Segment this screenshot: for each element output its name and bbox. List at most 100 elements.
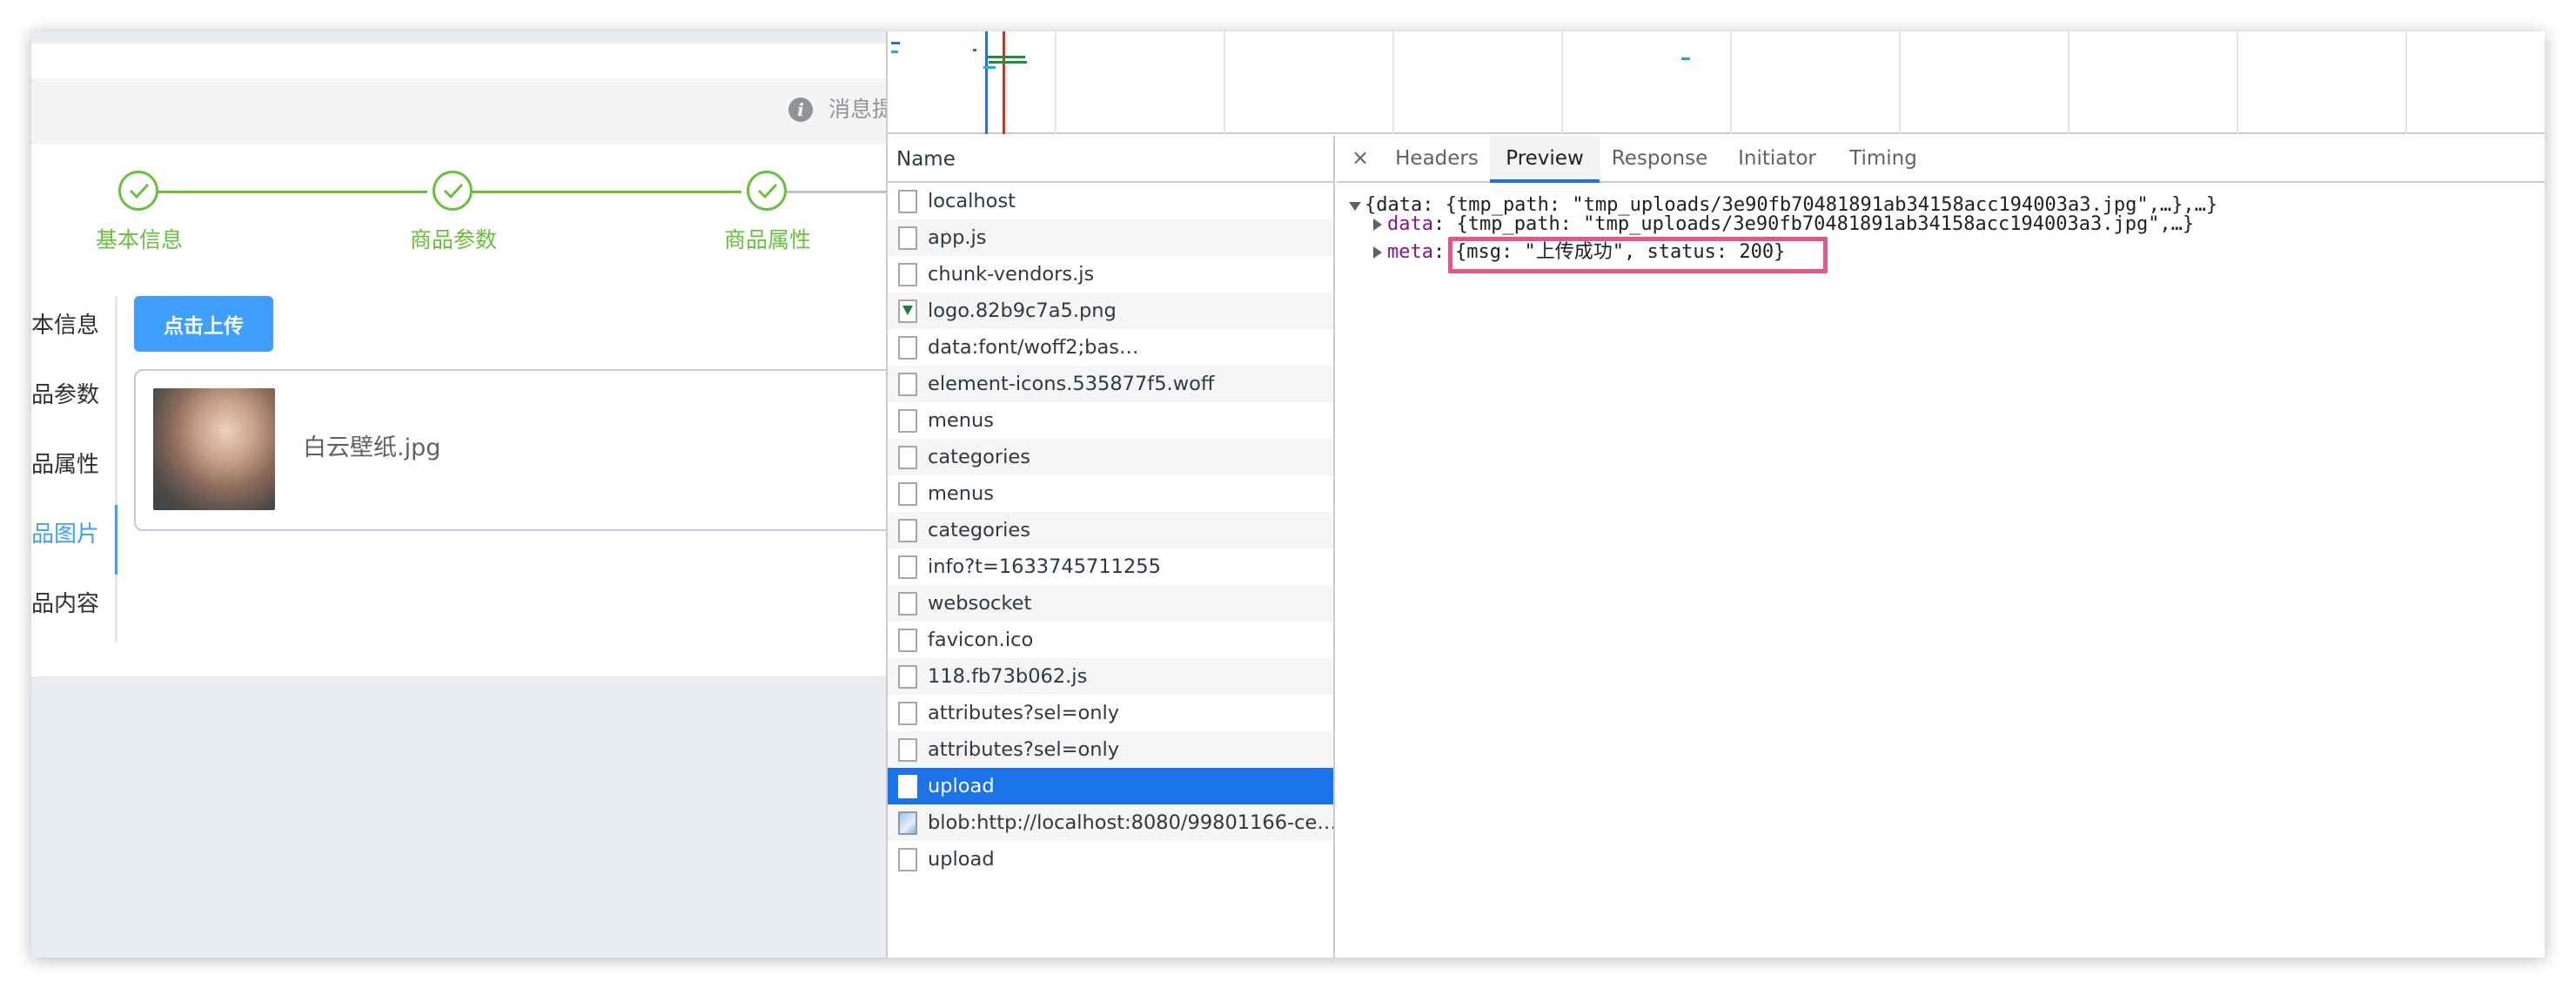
detail-tab-bar: × Headers Preview Response Initiator Tim… — [1337, 136, 2545, 183]
close-icon[interactable]: × — [1349, 145, 1372, 171]
request-name: websocket — [928, 592, 1032, 615]
file-icon — [898, 555, 917, 579]
request-row[interactable]: element-icons.535877f5.woff — [888, 366, 1333, 402]
tab-preview[interactable]: Preview — [1490, 136, 1600, 183]
tab-content[interactable]: 品内容 — [31, 569, 115, 639]
request-list: Name localhost app.js chunk-vendors.js logo… — [888, 136, 1335, 958]
check-circle-icon — [433, 171, 473, 211]
info-icon: i — [788, 98, 813, 122]
collapsed-triangle-icon[interactable] — [1373, 219, 1382, 231]
step-label: 商品参数 — [409, 227, 497, 252]
request-row[interactable]: attributes?sel=only — [888, 695, 1333, 731]
request-name: localhost — [928, 190, 1016, 212]
request-name: chunk-vendors.js — [928, 263, 1095, 286]
step-connector — [469, 191, 741, 193]
request-row[interactable]: app.js — [888, 219, 1333, 256]
highlight-annotation-box — [1448, 237, 1828, 273]
json-colon: : — [1432, 213, 1446, 235]
timeline-gridline — [1561, 31, 1563, 134]
json-meta-line[interactable]: meta: — [1387, 239, 1456, 266]
file-name[interactable]: 白云壁纸.jpg — [303, 428, 440, 462]
devtools-network-panel: Name localhost app.js chunk-vendors.js logo… — [886, 31, 2545, 958]
uploaded-file-item[interactable]: 白云壁纸.jpg — [134, 369, 886, 531]
request-row[interactable]: menus — [888, 475, 1333, 512]
file-icon — [898, 519, 917, 542]
file-icon — [898, 190, 917, 213]
screenshot-frame: i 消息提 基本信息 商品参数 商品属性 本信息 品参数 品属性 品图片 品内容… — [31, 31, 2545, 958]
tab-basic-info[interactable]: 本信息 — [31, 291, 115, 360]
load-event-line — [1003, 31, 1005, 134]
file-icon — [898, 482, 917, 506]
tab-params[interactable]: 品参数 — [31, 360, 115, 430]
file-icon — [898, 263, 917, 286]
step-label: 商品属性 — [723, 227, 811, 252]
request-row[interactable]: 118.fb73b062.js — [888, 658, 1333, 695]
request-row[interactable]: chunk-vendors.js — [888, 256, 1333, 293]
timeline-mark — [989, 61, 1027, 64]
timeline-gridline — [1899, 31, 1901, 134]
json-key-data: data — [1387, 213, 1433, 235]
json-data-line[interactable]: data: {tmp_path: "tmp_uploads/3e90fb7048… — [1387, 211, 2194, 239]
active-tab-indicator — [115, 505, 117, 575]
request-row[interactable]: info?t=1633745711255 — [888, 548, 1333, 585]
tab-attributes[interactable]: 品属性 — [31, 430, 115, 500]
timeline-gridline — [2237, 31, 2238, 134]
request-row[interactable]: upload — [888, 841, 1333, 878]
timeline-mark — [891, 50, 898, 53]
file-icon — [898, 446, 917, 469]
request-row[interactable]: upload — [888, 768, 1333, 804]
upload-button[interactable]: 点击上传 — [134, 296, 273, 352]
request-row[interactable]: localhost — [888, 183, 1333, 219]
info-alert — [31, 78, 886, 145]
timeline-gridline — [1730, 31, 1732, 134]
json-key-meta: meta — [1387, 241, 1433, 263]
timeline-gridline — [1055, 31, 1057, 134]
request-row[interactable]: data:font/woff2;bas… — [888, 329, 1333, 366]
timeline-gridline — [1224, 31, 1225, 134]
tab-timing[interactable]: Timing — [1835, 136, 1932, 183]
file-icon — [898, 409, 917, 433]
request-name: categories — [928, 519, 1030, 542]
expanded-triangle-icon[interactable] — [1349, 202, 1361, 211]
page-top-strip — [31, 31, 886, 44]
step-connector — [155, 191, 427, 193]
request-name: app.js — [928, 226, 987, 249]
network-overview-timeline[interactable] — [888, 31, 2545, 134]
request-row[interactable]: websocket — [888, 585, 1333, 622]
tab-headers[interactable]: Headers — [1384, 136, 1490, 183]
request-name: data:font/woff2;bas… — [928, 336, 1139, 359]
request-row[interactable]: logo.82b9c7a5.png — [888, 293, 1333, 329]
tab-images[interactable]: 品图片 — [31, 500, 115, 569]
request-row[interactable]: blob:http://localhost:8080/99801166-ce… — [888, 804, 1333, 841]
alert-text: 消息提 — [828, 97, 886, 122]
request-name: attributes?sel=only — [928, 702, 1120, 724]
timeline-mark — [973, 49, 976, 51]
name-column-header[interactable]: Name — [888, 136, 1333, 183]
request-name: info?t=1633745711255 — [928, 555, 1161, 578]
timeline-mark — [983, 66, 996, 69]
request-name: 118.fb73b062.js — [928, 665, 1088, 688]
file-icon — [898, 592, 917, 616]
timeline-mark — [891, 42, 900, 44]
file-icon — [898, 702, 917, 725]
step-label: 基本信息 — [95, 227, 183, 252]
file-icon — [898, 226, 917, 250]
request-row[interactable]: categories — [888, 439, 1333, 475]
request-detail: × Headers Preview Response Initiator Tim… — [1337, 136, 2545, 958]
image-file-icon — [898, 299, 917, 323]
collapsed-triangle-icon[interactable] — [1373, 246, 1382, 259]
request-row[interactable]: categories — [888, 512, 1333, 548]
file-icon — [898, 665, 917, 689]
request-row[interactable]: menus — [888, 402, 1333, 439]
file-icon — [898, 848, 917, 871]
request-row[interactable]: attributes?sel=only — [888, 731, 1333, 768]
request-row[interactable]: favicon.ico — [888, 622, 1333, 658]
tabs-divider — [115, 296, 117, 643]
file-icon — [898, 775, 917, 798]
tab-initiator[interactable]: Initiator — [1720, 136, 1835, 183]
request-name: categories — [928, 446, 1030, 468]
file-icon — [898, 336, 917, 360]
timeline-gridline — [1392, 31, 1394, 134]
request-name: attributes?sel=only — [928, 738, 1120, 761]
tab-response[interactable]: Response — [1600, 136, 1720, 183]
